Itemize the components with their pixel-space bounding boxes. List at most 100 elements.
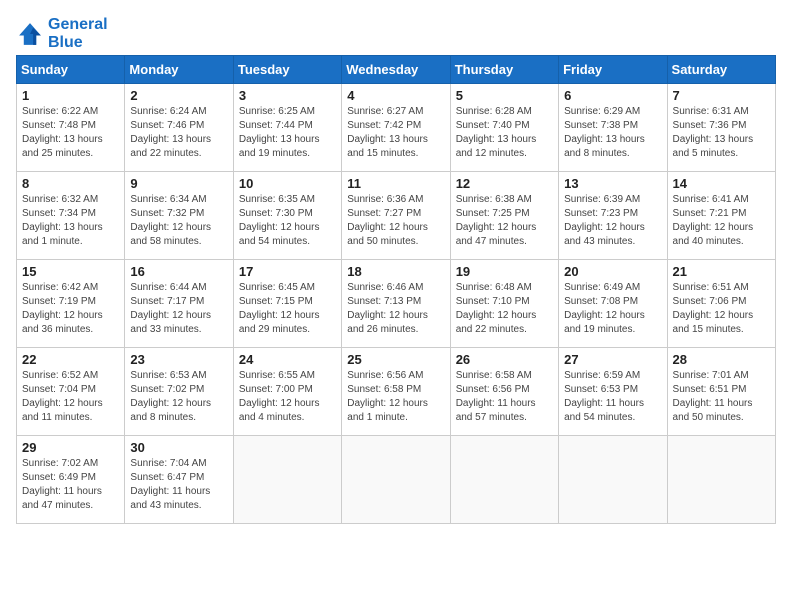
calendar-cell: 3 Sunrise: 6:25 AMSunset: 7:44 PMDayligh… [233,84,341,172]
day-info: Sunrise: 6:56 AMSunset: 6:58 PMDaylight:… [347,369,444,425]
day-info: Sunrise: 6:28 AMSunset: 7:40 PMDaylight:… [456,105,553,161]
day-number: 22 [22,352,119,367]
header-cell-wednesday: Wednesday [342,56,450,84]
day-info: Sunrise: 6:41 AMSunset: 7:21 PMDaylight:… [673,193,770,249]
calendar-cell [450,436,558,524]
day-info: Sunrise: 6:48 AMSunset: 7:10 PMDaylight:… [456,281,553,337]
header-cell-friday: Friday [559,56,667,84]
day-info: Sunrise: 6:46 AMSunset: 7:13 PMDaylight:… [347,281,444,337]
day-number: 15 [22,264,119,279]
day-number: 4 [347,88,444,103]
day-info: Sunrise: 6:52 AMSunset: 7:04 PMDaylight:… [22,369,119,425]
day-number: 17 [239,264,336,279]
day-info: Sunrise: 6:51 AMSunset: 7:06 PMDaylight:… [673,281,770,337]
day-number: 29 [22,440,119,455]
day-number: 12 [456,176,553,191]
day-info: Sunrise: 6:55 AMSunset: 7:00 PMDaylight:… [239,369,336,425]
day-info: Sunrise: 7:02 AMSunset: 6:49 PMDaylight:… [22,457,119,513]
header-cell-tuesday: Tuesday [233,56,341,84]
day-number: 18 [347,264,444,279]
day-info: Sunrise: 6:29 AMSunset: 7:38 PMDaylight:… [564,105,661,161]
week-row-4: 22 Sunrise: 6:52 AMSunset: 7:04 PMDaylig… [17,348,776,436]
day-number: 6 [564,88,661,103]
calendar-cell: 14 Sunrise: 6:41 AMSunset: 7:21 PMDaylig… [667,172,775,260]
day-info: Sunrise: 6:44 AMSunset: 7:17 PMDaylight:… [130,281,227,337]
day-number: 26 [456,352,553,367]
calendar-cell: 22 Sunrise: 6:52 AMSunset: 7:04 PMDaylig… [17,348,125,436]
day-info: Sunrise: 6:49 AMSunset: 7:08 PMDaylight:… [564,281,661,337]
day-info: Sunrise: 7:01 AMSunset: 6:51 PMDaylight:… [673,369,770,425]
header-row: SundayMondayTuesdayWednesdayThursdayFrid… [17,56,776,84]
day-number: 23 [130,352,227,367]
day-number: 20 [564,264,661,279]
header-cell-saturday: Saturday [667,56,775,84]
day-info: Sunrise: 6:36 AMSunset: 7:27 PMDaylight:… [347,193,444,249]
day-number: 13 [564,176,661,191]
calendar-cell: 8 Sunrise: 6:32 AMSunset: 7:34 PMDayligh… [17,172,125,260]
day-number: 16 [130,264,227,279]
calendar-cell: 11 Sunrise: 6:36 AMSunset: 7:27 PMDaylig… [342,172,450,260]
calendar-table: SundayMondayTuesdayWednesdayThursdayFrid… [16,55,776,524]
calendar-cell: 1 Sunrise: 6:22 AMSunset: 7:48 PMDayligh… [17,84,125,172]
day-info: Sunrise: 6:32 AMSunset: 7:34 PMDaylight:… [22,193,119,249]
header-cell-monday: Monday [125,56,233,84]
calendar-cell: 29 Sunrise: 7:02 AMSunset: 6:49 PMDaylig… [17,436,125,524]
calendar-cell: 12 Sunrise: 6:38 AMSunset: 7:25 PMDaylig… [450,172,558,260]
calendar-cell: 15 Sunrise: 6:42 AMSunset: 7:19 PMDaylig… [17,260,125,348]
day-info: Sunrise: 6:22 AMSunset: 7:48 PMDaylight:… [22,105,119,161]
day-info: Sunrise: 6:27 AMSunset: 7:42 PMDaylight:… [347,105,444,161]
day-number: 28 [673,352,770,367]
day-number: 21 [673,264,770,279]
calendar-cell: 6 Sunrise: 6:29 AMSunset: 7:38 PMDayligh… [559,84,667,172]
logo-text: General Blue [48,16,108,51]
day-info: Sunrise: 6:35 AMSunset: 7:30 PMDaylight:… [239,193,336,249]
page-header: General Blue [16,16,776,51]
day-number: 3 [239,88,336,103]
day-info: Sunrise: 6:42 AMSunset: 7:19 PMDaylight:… [22,281,119,337]
day-number: 19 [456,264,553,279]
day-number: 25 [347,352,444,367]
day-info: Sunrise: 7:04 AMSunset: 6:47 PMDaylight:… [130,457,227,513]
calendar-cell: 19 Sunrise: 6:48 AMSunset: 7:10 PMDaylig… [450,260,558,348]
calendar-body: 1 Sunrise: 6:22 AMSunset: 7:48 PMDayligh… [17,84,776,524]
day-info: Sunrise: 6:31 AMSunset: 7:36 PMDaylight:… [673,105,770,161]
calendar-cell: 26 Sunrise: 6:58 AMSunset: 6:56 PMDaylig… [450,348,558,436]
calendar-cell: 4 Sunrise: 6:27 AMSunset: 7:42 PMDayligh… [342,84,450,172]
calendar-cell: 7 Sunrise: 6:31 AMSunset: 7:36 PMDayligh… [667,84,775,172]
day-number: 11 [347,176,444,191]
week-row-2: 8 Sunrise: 6:32 AMSunset: 7:34 PMDayligh… [17,172,776,260]
logo: General Blue [16,16,108,51]
day-number: 27 [564,352,661,367]
week-row-1: 1 Sunrise: 6:22 AMSunset: 7:48 PMDayligh… [17,84,776,172]
day-info: Sunrise: 6:45 AMSunset: 7:15 PMDaylight:… [239,281,336,337]
calendar-cell [342,436,450,524]
day-number: 30 [130,440,227,455]
day-info: Sunrise: 6:24 AMSunset: 7:46 PMDaylight:… [130,105,227,161]
day-info: Sunrise: 6:58 AMSunset: 6:56 PMDaylight:… [456,369,553,425]
day-number: 7 [673,88,770,103]
day-info: Sunrise: 6:53 AMSunset: 7:02 PMDaylight:… [130,369,227,425]
calendar-cell: 17 Sunrise: 6:45 AMSunset: 7:15 PMDaylig… [233,260,341,348]
day-info: Sunrise: 6:25 AMSunset: 7:44 PMDaylight:… [239,105,336,161]
header-cell-thursday: Thursday [450,56,558,84]
week-row-3: 15 Sunrise: 6:42 AMSunset: 7:19 PMDaylig… [17,260,776,348]
calendar-cell: 28 Sunrise: 7:01 AMSunset: 6:51 PMDaylig… [667,348,775,436]
day-number: 2 [130,88,227,103]
calendar-cell [667,436,775,524]
day-number: 5 [456,88,553,103]
calendar-cell: 25 Sunrise: 6:56 AMSunset: 6:58 PMDaylig… [342,348,450,436]
calendar-cell: 27 Sunrise: 6:59 AMSunset: 6:53 PMDaylig… [559,348,667,436]
day-info: Sunrise: 6:59 AMSunset: 6:53 PMDaylight:… [564,369,661,425]
calendar-cell: 16 Sunrise: 6:44 AMSunset: 7:17 PMDaylig… [125,260,233,348]
calendar-cell [233,436,341,524]
day-number: 24 [239,352,336,367]
calendar-cell: 21 Sunrise: 6:51 AMSunset: 7:06 PMDaylig… [667,260,775,348]
day-number: 10 [239,176,336,191]
calendar-header: SundayMondayTuesdayWednesdayThursdayFrid… [17,56,776,84]
day-info: Sunrise: 6:34 AMSunset: 7:32 PMDaylight:… [130,193,227,249]
logo-icon [16,20,44,48]
day-info: Sunrise: 6:39 AMSunset: 7:23 PMDaylight:… [564,193,661,249]
calendar-cell: 9 Sunrise: 6:34 AMSunset: 7:32 PMDayligh… [125,172,233,260]
calendar-cell: 2 Sunrise: 6:24 AMSunset: 7:46 PMDayligh… [125,84,233,172]
day-info: Sunrise: 6:38 AMSunset: 7:25 PMDaylight:… [456,193,553,249]
